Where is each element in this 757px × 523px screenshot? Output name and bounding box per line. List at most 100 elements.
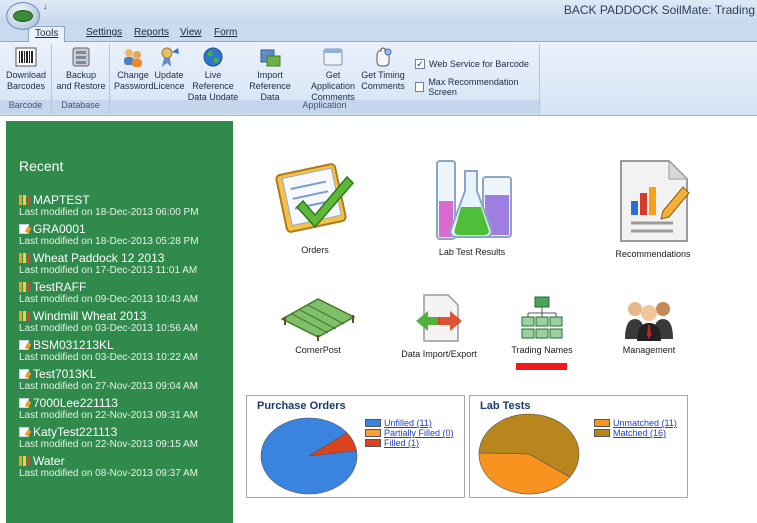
tab-settings[interactable]: Settings bbox=[80, 26, 128, 39]
lab-test-results-label: Lab Test Results bbox=[438, 247, 506, 257]
change-password-button[interactable]: Change Password bbox=[114, 44, 154, 92]
data-import-export-tile[interactable]: Data Import/Export bbox=[395, 291, 483, 359]
recent-item[interactable]: Test7013KL Last modified on 27-Nov-2013 … bbox=[19, 366, 199, 395]
legend-matched[interactable]: Matched (16) bbox=[594, 428, 677, 438]
recommendations-report-icon bbox=[620, 159, 690, 242]
management-people-icon bbox=[625, 302, 673, 341]
chart-icon bbox=[19, 194, 29, 205]
trading-names-tile[interactable]: Trading Names bbox=[503, 295, 581, 355]
app-logo-icon bbox=[13, 10, 33, 22]
legend-filled[interactable]: Filled (1) bbox=[365, 438, 454, 448]
lab-tests-panel: Lab Tests Unmatched (11) Matched (16) bbox=[469, 395, 688, 498]
max-recommendation-screen-checkbox[interactable]: Max Recommendation Screen bbox=[415, 77, 539, 97]
tab-form[interactable]: Form bbox=[208, 26, 243, 39]
database-icon bbox=[69, 46, 93, 68]
document-icon bbox=[19, 426, 29, 437]
timing-hand-icon bbox=[371, 46, 395, 68]
data-import-export-label: Data Import/Export bbox=[401, 349, 477, 359]
chart-icon bbox=[19, 252, 29, 263]
get-application-comments-button[interactable]: Get Application Comments bbox=[304, 44, 362, 103]
tab-view[interactable]: View bbox=[174, 26, 208, 39]
management-tile[interactable]: Management bbox=[603, 295, 695, 355]
web-service-barcode-checkbox[interactable]: ✓ Web Service for Barcode bbox=[415, 59, 529, 69]
legend-partially-filled[interactable]: Partially Filled (0) bbox=[365, 428, 454, 438]
trading-names-label: Trading Names bbox=[511, 345, 573, 355]
orders-checklist-icon bbox=[275, 163, 355, 233]
import-export-icon bbox=[416, 294, 462, 342]
recommendations-tile[interactable]: Recommendations bbox=[605, 157, 701, 259]
cornerpost-tile[interactable]: CornerPost bbox=[273, 293, 363, 355]
users-key-icon bbox=[121, 46, 145, 68]
orders-tile[interactable]: Orders bbox=[269, 157, 361, 255]
globe-icon bbox=[201, 46, 225, 68]
application-menu-button[interactable] bbox=[6, 2, 40, 30]
recent-item[interactable]: TestRAFF Last modified on 09-Dec-2013 10… bbox=[19, 279, 199, 308]
selection-indicator bbox=[516, 363, 567, 370]
checkbox-web-service[interactable]: ✓ bbox=[415, 59, 425, 69]
get-timing-comments-button[interactable]: Get Timing Comments bbox=[361, 44, 405, 92]
recent-item[interactable]: 7000Lee221113 Last modified on 22-Nov-20… bbox=[19, 395, 199, 424]
purchase-orders-legend: Unfilled (11) Partially Filled (0) Fille… bbox=[365, 418, 454, 448]
ribbon-group-database: Backup and Restore Database bbox=[52, 44, 110, 114]
legend-swatch bbox=[365, 429, 381, 437]
document-icon bbox=[19, 339, 29, 350]
recent-item[interactable]: BSM031213KL Last modified on 03-Dec-2013… bbox=[19, 337, 199, 366]
cornerpost-field-icon bbox=[280, 298, 356, 341]
legend-unfilled[interactable]: Unfilled (11) bbox=[365, 418, 454, 428]
chart-icon bbox=[19, 310, 29, 321]
title-bar: ↓ BACK PADDOCK SoilMate: Trading bbox=[0, 0, 757, 30]
main-dashboard: Orders Lab Test Results Recommendations bbox=[233, 121, 757, 523]
management-label: Management bbox=[622, 345, 676, 355]
cornerpost-label: CornerPost bbox=[295, 345, 341, 355]
update-licence-button[interactable]: Update Licence bbox=[152, 44, 186, 92]
recent-item[interactable]: KatyTest221113 Last modified on 22-Nov-2… bbox=[19, 424, 199, 453]
ribbon-group-barcode: Download Barcodes Barcode bbox=[0, 44, 52, 114]
recommendations-label: Recommendations bbox=[615, 249, 691, 259]
org-chart-icon bbox=[521, 296, 563, 339]
purchase-orders-title: Purchase Orders bbox=[257, 400, 346, 412]
lab-tests-legend: Unmatched (11) Matched (16) bbox=[594, 418, 677, 438]
purchase-orders-pie bbox=[260, 417, 358, 495]
lab-tests-title: Lab Tests bbox=[480, 400, 531, 412]
ribbon: Download Barcodes Barcode Backup and Res… bbox=[0, 42, 757, 116]
group-label-barcode: Barcode bbox=[0, 100, 51, 114]
recent-title: Recent bbox=[19, 158, 64, 174]
legend-swatch bbox=[365, 419, 381, 427]
chart-icon bbox=[19, 281, 29, 292]
group-label-application: Application bbox=[110, 100, 539, 114]
window-title: BACK PADDOCK SoilMate: Trading bbox=[563, 3, 755, 17]
lab-flask-icon bbox=[436, 160, 512, 240]
import-reference-data-button[interactable]: Import Reference Data bbox=[241, 44, 299, 103]
document-icon bbox=[19, 223, 29, 234]
recent-sidebar: Recent MAPTEST Last modified on 18-Dec-2… bbox=[6, 121, 233, 523]
document-icon bbox=[19, 397, 29, 408]
backup-restore-button[interactable]: Backup and Restore bbox=[54, 44, 108, 92]
purchase-orders-panel: Purchase Orders Unfilled (11) Partially … bbox=[246, 395, 465, 498]
legend-swatch bbox=[594, 429, 610, 437]
recent-item[interactable]: MAPTEST Last modified on 18-Dec-2013 06:… bbox=[19, 192, 199, 221]
recent-item[interactable]: Water Last modified on 08-Nov-2013 09:37… bbox=[19, 453, 199, 482]
legend-swatch bbox=[594, 419, 610, 427]
recent-list: MAPTEST Last modified on 18-Dec-2013 06:… bbox=[19, 192, 199, 482]
comments-window-icon bbox=[321, 46, 345, 68]
lab-tests-pie bbox=[478, 413, 580, 495]
tab-tools[interactable]: Tools bbox=[28, 26, 66, 43]
ribbon-group-application: Change Password Update Licence Live Refe… bbox=[110, 44, 540, 114]
quick-access-toolbar[interactable]: ↓ bbox=[43, 1, 48, 11]
download-barcodes-button[interactable]: Download Barcodes bbox=[1, 44, 51, 92]
import-icon bbox=[258, 46, 282, 68]
recent-item[interactable]: Windmill Wheat 2013 Last modified on 03-… bbox=[19, 308, 199, 337]
group-label-database: Database bbox=[52, 100, 109, 114]
tab-reports[interactable]: Reports bbox=[128, 26, 175, 39]
document-icon bbox=[19, 368, 29, 379]
recent-item[interactable]: GRA0001 Last modified on 18-Dec-2013 05:… bbox=[19, 221, 199, 250]
orders-label: Orders bbox=[301, 245, 329, 255]
ribbon-tabs: Tools Settings Reports View Form bbox=[0, 24, 757, 43]
live-reference-data-update-button[interactable]: Live Reference Data Update bbox=[186, 44, 240, 103]
barcode-icon bbox=[14, 46, 38, 68]
checkbox-max-recommendation[interactable] bbox=[415, 82, 425, 92]
recent-item[interactable]: Wheat Paddock 12 2013 Last modified on 1… bbox=[19, 250, 199, 279]
lab-test-results-tile[interactable]: Lab Test Results bbox=[422, 157, 522, 257]
legend-unmatched[interactable]: Unmatched (11) bbox=[594, 418, 677, 428]
chart-icon bbox=[19, 455, 29, 466]
